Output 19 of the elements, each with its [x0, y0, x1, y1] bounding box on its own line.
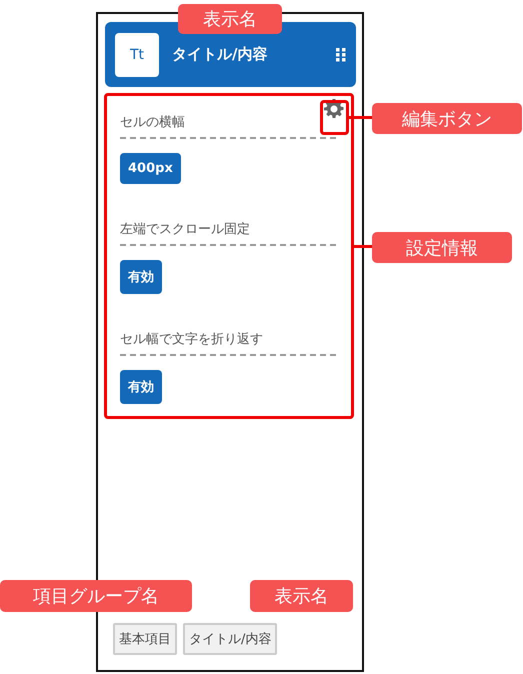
setting-label: セル幅で文字を折り返す	[120, 330, 336, 356]
setting-label: 左端でスクロール固定	[120, 220, 336, 246]
group-name-button[interactable]: 基本項目	[113, 623, 177, 655]
field-name-button[interactable]: タイトル/内容	[183, 623, 278, 655]
leader-line	[354, 245, 372, 248]
drag-handle-icon[interactable]	[336, 48, 346, 62]
setting-label: セルの横幅	[120, 113, 336, 139]
callout-label: 表示名	[250, 580, 353, 612]
settings-icon[interactable]	[324, 99, 344, 119]
callout-label: 編集ボタン	[372, 103, 522, 134]
field-title: タイトル/内容	[172, 45, 268, 64]
callout-label: 表示名	[178, 4, 282, 34]
setting-value: 有効	[120, 370, 162, 404]
callout-label: 項目グループ名	[0, 580, 192, 612]
text-type-icon: Tt	[115, 32, 159, 76]
leader-line	[349, 116, 372, 119]
setting-value: 400px	[120, 153, 181, 184]
callout-label: 設定情報	[372, 232, 512, 263]
setting-value: 有効	[120, 260, 162, 294]
